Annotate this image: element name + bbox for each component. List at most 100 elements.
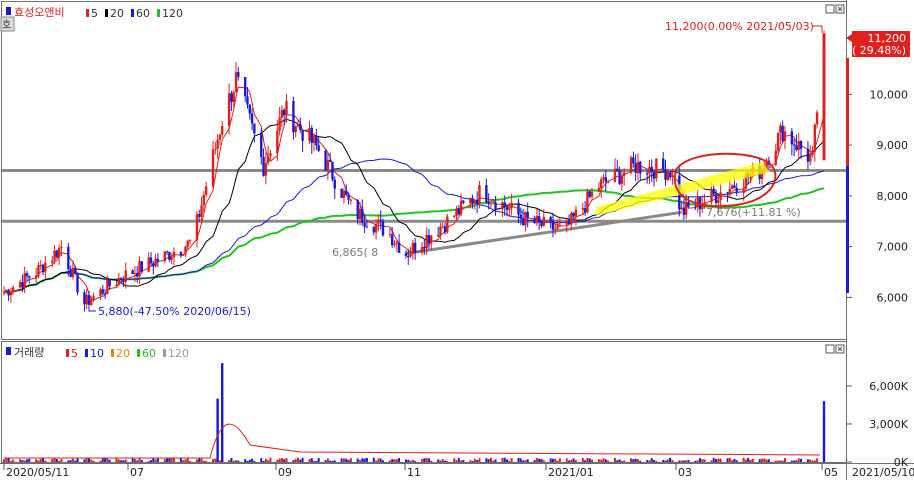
moving-averages <box>3 86 825 301</box>
volume-bar <box>131 458 134 462</box>
candle-body <box>662 158 665 170</box>
volume-bar <box>781 460 784 462</box>
volume-bar <box>813 460 816 462</box>
volume-bar <box>767 459 770 462</box>
candle-body <box>227 93 231 127</box>
candle-body <box>202 194 206 206</box>
volume-bar <box>262 460 265 462</box>
volume-bar <box>774 460 777 462</box>
volume-bar <box>427 458 430 462</box>
volume-bar <box>616 460 619 462</box>
volume-bar <box>25 459 28 462</box>
candle-body <box>535 216 539 224</box>
candle-body <box>53 250 56 261</box>
candle-body <box>37 265 40 276</box>
candle-body <box>264 163 268 176</box>
volume-bar <box>648 460 651 462</box>
candle-body <box>115 284 118 287</box>
candle-body <box>11 287 15 292</box>
volume-bar <box>237 460 240 462</box>
volume-bar <box>264 458 267 462</box>
candle-body <box>397 242 401 253</box>
candle-body <box>326 160 330 171</box>
volume-bar <box>655 460 658 462</box>
candle-body <box>301 129 304 141</box>
candle-body <box>168 252 171 260</box>
price-y-tick: 6,000 <box>877 291 909 304</box>
price-legend-label-120: 120 <box>162 7 183 20</box>
volume-bar <box>212 459 215 462</box>
volume-bar <box>347 459 350 462</box>
volume-bar <box>777 460 780 462</box>
volume-bar <box>574 460 577 462</box>
panel-minimize-button[interactable] <box>825 4 835 14</box>
volume-bar <box>248 459 251 462</box>
candle-body <box>606 181 610 183</box>
candle-body <box>604 177 607 182</box>
candle-body <box>570 212 573 225</box>
volume-bar <box>133 458 136 462</box>
candle-body <box>356 199 359 220</box>
volume-bar <box>317 457 320 462</box>
candle-body <box>140 261 144 272</box>
candle-body <box>138 261 141 277</box>
volume-legend-label-5: 5 <box>71 347 78 360</box>
volume-title: 거래량 <box>14 346 44 359</box>
candle-body <box>172 251 176 258</box>
volume-bar <box>340 458 343 462</box>
candle-body <box>581 208 585 210</box>
candle-body <box>280 109 284 118</box>
volume-bar <box>345 458 348 462</box>
volume-bar <box>678 460 681 462</box>
volume-bar <box>280 457 283 462</box>
volume-bar <box>152 458 155 462</box>
candle-body <box>521 218 525 226</box>
volume-bar <box>618 459 621 462</box>
candle-body <box>639 161 642 174</box>
volume-bar <box>620 460 623 462</box>
volume-bar <box>326 458 329 462</box>
volume-bar <box>391 459 394 462</box>
candle-body <box>76 273 79 293</box>
candle-body <box>590 191 594 197</box>
candle-body <box>248 104 251 114</box>
volume-bar <box>313 460 316 462</box>
volume-bar <box>365 457 368 462</box>
volume-bar <box>503 457 506 462</box>
volume-bar <box>379 458 382 462</box>
candle-body <box>489 203 493 205</box>
candle-body <box>558 224 562 226</box>
volume-bar <box>455 460 458 462</box>
volume-bar <box>538 458 541 462</box>
candle-body <box>455 208 458 217</box>
candle-body <box>85 294 88 305</box>
volume-bar <box>67 460 70 462</box>
candle-body <box>156 258 160 262</box>
volume-bar <box>53 458 56 462</box>
volume-bar <box>549 458 552 462</box>
volume-bar <box>444 460 447 462</box>
volume-bar <box>12 459 15 462</box>
volume-bar <box>462 460 465 462</box>
price-ma-legend: 5 20 60 120 <box>86 7 183 20</box>
candle-body <box>572 212 575 217</box>
legend-square-price <box>6 7 11 15</box>
volume-bar <box>779 460 782 462</box>
volume-bar <box>519 458 522 462</box>
volume-bar <box>485 458 488 462</box>
volume-bar <box>446 460 449 462</box>
volume-minimize-button[interactable] <box>825 344 835 354</box>
volume-bar <box>793 460 796 462</box>
candle-body <box>214 148 217 150</box>
candle-body <box>69 269 72 277</box>
candle-body <box>505 207 509 210</box>
price-legend-swatch-5 <box>86 9 89 17</box>
candle-body <box>613 168 617 182</box>
volume-bar <box>469 460 472 462</box>
candle-body <box>733 185 736 188</box>
candle-body <box>425 235 428 249</box>
volume-bar <box>540 458 543 462</box>
candle-body <box>774 150 777 165</box>
candle-body <box>117 277 121 285</box>
volume-ma-legend: 5 10 20 60 120 <box>66 347 189 360</box>
